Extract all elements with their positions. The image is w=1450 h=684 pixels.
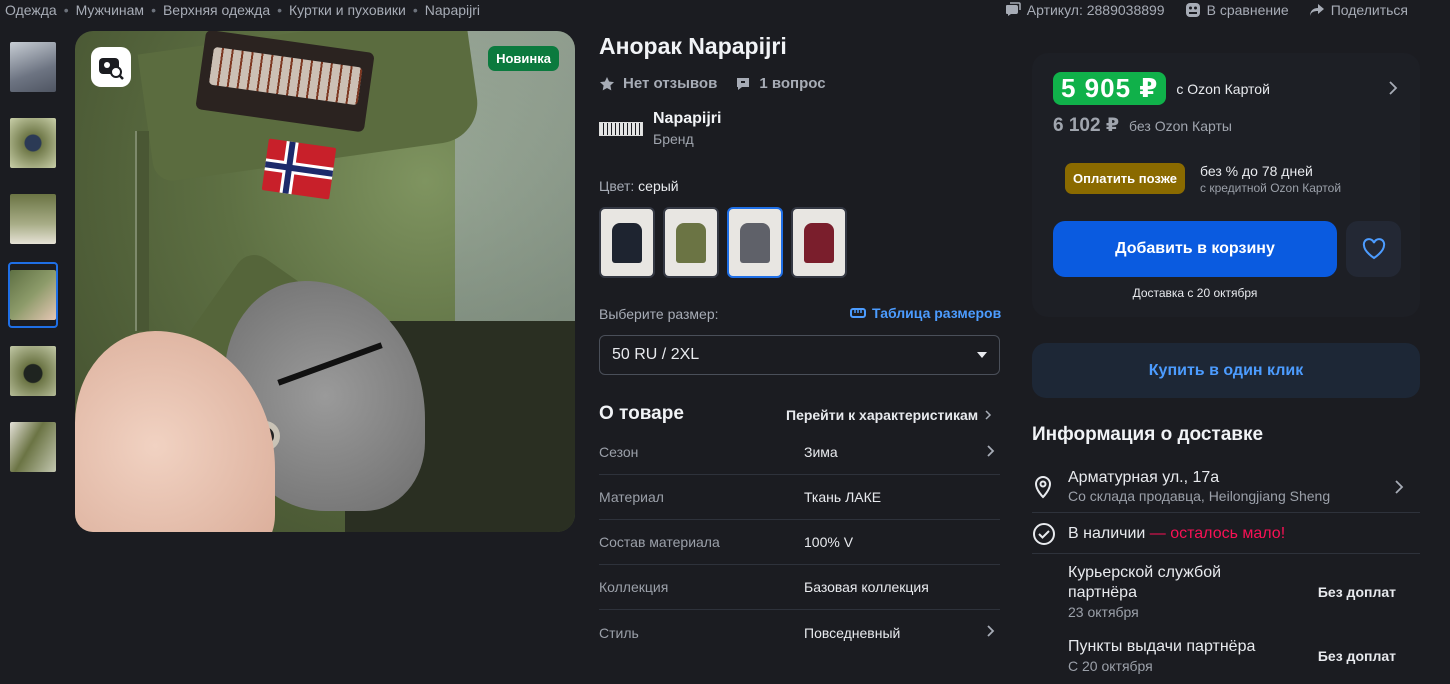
- buy-one-click-button[interactable]: Купить в один клик: [1032, 343, 1420, 398]
- heart-icon: [1362, 238, 1385, 260]
- share-button[interactable]: Поделиться: [1309, 2, 1408, 18]
- address-line: Арматурная ул., 17а: [1068, 469, 1220, 486]
- product-photo[interactable]: Новинка: [75, 31, 575, 532]
- breadcrumb-item[interactable]: Одежда: [5, 2, 57, 18]
- share-icon: [1309, 4, 1324, 16]
- search-by-photo-button[interactable]: [91, 47, 131, 87]
- favorite-button[interactable]: [1346, 221, 1401, 277]
- location-pin-icon: [1034, 476, 1052, 499]
- color-value: серый: [638, 178, 679, 194]
- price-without-card: 6 102 ₽ без Ozon Карты: [1053, 115, 1232, 136]
- spec-list: Сезон Зима Материал Ткань ЛАКЕ Состав мате…: [599, 430, 1000, 655]
- check-circle-icon: [1033, 523, 1055, 545]
- thumbnail[interactable]: [8, 338, 58, 404]
- chat-icon: [1005, 2, 1021, 16]
- chevron-down-icon: [977, 352, 987, 358]
- spec-row: Коллекция Базовая коллекция: [599, 565, 1000, 610]
- in-stock-label: В наличии: [1068, 525, 1146, 542]
- compare-label: В сравнение: [1206, 2, 1289, 18]
- size-select[interactable]: 50 RU / 2XL: [599, 335, 1000, 375]
- brand-block[interactable]: Napapijri Бренд: [599, 110, 721, 147]
- questions-link[interactable]: 1 вопрос: [735, 75, 826, 92]
- size-label: Выберите размер:: [599, 306, 719, 322]
- question-icon: [737, 77, 750, 90]
- reviews-link[interactable]: Нет отзывов: [599, 75, 717, 92]
- norway-flag-patch: [261, 138, 337, 200]
- chevron-right-icon: [987, 445, 995, 457]
- spec-row: Состав материала 100% V: [599, 520, 1000, 565]
- breadcrumb-item[interactable]: Napapijri: [425, 2, 480, 18]
- thumbnail[interactable]: [8, 414, 58, 480]
- chevron-right-icon[interactable]: [1388, 80, 1398, 96]
- pay-later-info: без % до 78 дней с кредитной Ozon Картой: [1200, 163, 1342, 195]
- address-source: Со склада продавца, Heilongjiang Sheng: [1068, 488, 1331, 504]
- color-swatch[interactable]: [727, 207, 783, 278]
- about-title: О товаре: [599, 403, 684, 424]
- delivery-option: Курьерской службой партнёра 23 октября Б…: [1068, 563, 1420, 620]
- brand-logo: [599, 121, 643, 136]
- brand-sub: Бренд: [653, 131, 694, 147]
- size-table-link[interactable]: Таблица размеров: [850, 305, 1001, 321]
- article-label: Артикул: 2889038899: [1026, 2, 1165, 18]
- delivery-option-name: Курьерской службой партнёра: [1068, 564, 1222, 601]
- reviews-label: Нет отзывов: [623, 75, 718, 92]
- chevron-right-icon: [985, 410, 992, 420]
- thumbnail-list: [8, 34, 60, 490]
- color-swatch[interactable]: [599, 207, 655, 278]
- thumbnail[interactable]: [8, 262, 58, 328]
- color-swatch[interactable]: [791, 207, 847, 278]
- camera-search-icon: [99, 58, 124, 80]
- ruler-icon: [850, 308, 866, 318]
- compare-button[interactable]: В сравнение: [1185, 2, 1289, 18]
- thumbnail[interactable]: [8, 34, 58, 100]
- delivery-option-date: 23 октября: [1068, 604, 1139, 620]
- share-label: Поделиться: [1330, 2, 1408, 18]
- compare-icon: [1185, 3, 1200, 17]
- price-pill: 5 905 ₽: [1053, 72, 1167, 105]
- breadcrumb-item[interactable]: Мужчинам: [76, 2, 144, 18]
- thumbnail[interactable]: [8, 186, 58, 252]
- article-number[interactable]: Артикул: 2889038899: [1005, 2, 1165, 18]
- chevron-right-icon: [987, 625, 995, 637]
- pay-later-button[interactable]: Оплатить позже: [1065, 163, 1185, 194]
- spec-row[interactable]: Сезон Зима: [599, 430, 1000, 475]
- delivery-title: Информация о доставке: [1032, 424, 1264, 445]
- size-value: 50 RU / 2XL: [612, 346, 700, 363]
- thumbnail[interactable]: [8, 110, 58, 176]
- product-meta: Нет отзывов 1 вопрос: [599, 75, 826, 92]
- color-swatch[interactable]: [663, 207, 719, 278]
- spec-row: Материал Ткань ЛАКЕ: [599, 475, 1000, 520]
- breadcrumb: Одежда • Мужчинам • Верхняя одежда • Куртки…: [5, 2, 481, 18]
- star-icon: [600, 76, 614, 90]
- chevron-right-icon: [1395, 480, 1404, 494]
- price-with-card[interactable]: 5 905 ₽ с Ozon Картой: [1053, 72, 1270, 105]
- spec-row[interactable]: Стиль Повседневный: [599, 610, 1000, 655]
- stock-status: В наличии — осталось мало!: [1032, 520, 1420, 554]
- delivery-option-price: Без доплат: [1317, 584, 1396, 600]
- delivery-option: Пункты выдачи партнёра С 20 октября Без …: [1068, 637, 1420, 674]
- brand-name: Napapijri: [653, 110, 722, 127]
- delivery-option-price: Без доплат: [1317, 648, 1396, 664]
- new-badge: Новинка: [488, 46, 559, 71]
- color-label: Цвет: серый: [599, 178, 679, 194]
- color-swatches: [599, 207, 847, 278]
- goto-specs-link[interactable]: Перейти к характеристикам: [786, 407, 992, 423]
- product-title: Анорак Napapijri: [599, 33, 787, 59]
- top-actions: Артикул: 2889038899 В сравнение Поделить…: [1005, 2, 1408, 18]
- price-card-note: с Ozon Картой: [1176, 80, 1270, 97]
- delivery-note: Доставка с 20 октября: [1132, 286, 1258, 300]
- breadcrumb-item[interactable]: Куртки и пуховики: [289, 2, 406, 18]
- questions-label: 1 вопрос: [759, 75, 826, 92]
- stock-warning: — осталось мало!: [1145, 525, 1286, 542]
- breadcrumb-item[interactable]: Верхняя одежда: [163, 2, 270, 18]
- add-to-cart-button[interactable]: Добавить в корзину: [1053, 221, 1337, 277]
- delivery-address[interactable]: Арматурная ул., 17а Со склада продавца, …: [1032, 467, 1420, 513]
